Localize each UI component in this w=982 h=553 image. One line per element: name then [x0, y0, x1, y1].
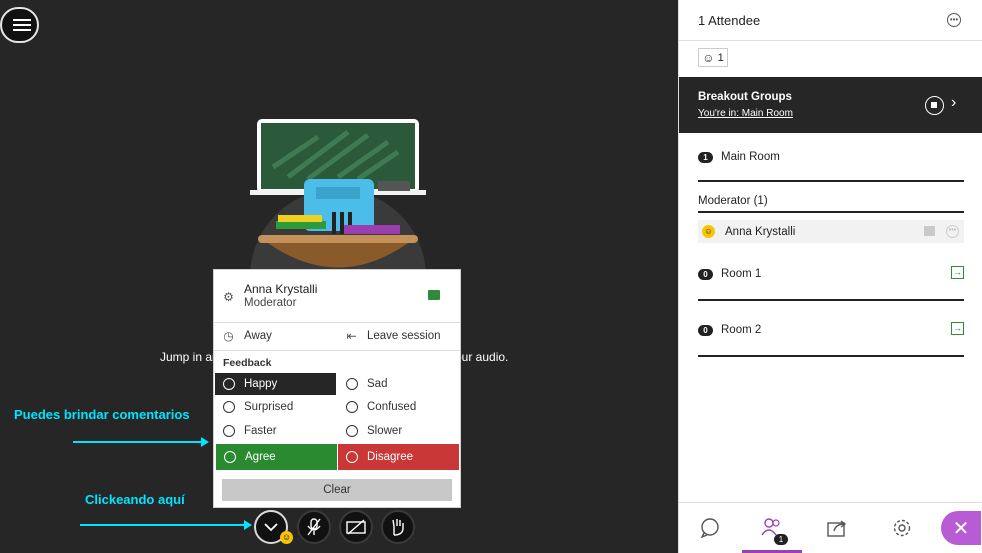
popup-user-name: Anna Krystalli	[244, 282, 318, 296]
tab-share-content[interactable]	[807, 503, 867, 553]
feedback-sad[interactable]: Sad	[338, 373, 459, 395]
room-count-badge: 0	[698, 268, 713, 280]
room-label: Room 2	[721, 324, 762, 336]
feedback-label: Sad	[367, 378, 388, 390]
feedback-label: Surprised	[244, 401, 294, 413]
feedback-label: Slower	[367, 425, 403, 437]
confused-face-icon	[346, 401, 358, 413]
annotation-arrow-2	[80, 520, 252, 530]
surprised-face-icon	[223, 401, 235, 413]
speedometer-slow-icon	[346, 425, 358, 437]
room-label: Room 1	[721, 268, 762, 280]
breakout-title: Breakout Groups	[698, 91, 792, 103]
camera-off-icon	[346, 519, 366, 535]
away-label: Away	[244, 329, 272, 342]
tab-settings[interactable]	[872, 503, 932, 553]
feedback-label: Disagree	[367, 451, 414, 463]
sad-face-icon	[346, 378, 358, 390]
panel-title: 1 Attendee	[698, 13, 761, 28]
feedback-disagree[interactable]: Disagree	[338, 444, 459, 470]
annotation-click-hint: Clickeando aquí	[85, 492, 185, 507]
classroom-illustration	[250, 119, 426, 272]
feedback-label: Confused	[367, 401, 417, 413]
feedback-happy[interactable]: Happy	[215, 373, 336, 395]
leave-session-option[interactable]: ⇤ Leave session	[345, 328, 441, 343]
attendee-row[interactable]: ☺ Anna Krystalli •••	[698, 220, 964, 243]
stage-message-right: our audio.	[455, 350, 509, 364]
stage-message-left: Jump in ar	[160, 350, 217, 364]
popup-user-role: Moderator	[244, 297, 297, 309]
feedback-label: Agree	[245, 451, 276, 463]
status-count: 1	[717, 51, 724, 64]
feedback-slower[interactable]: Slower	[338, 420, 459, 442]
grid-icon	[924, 226, 935, 236]
leave-label: Leave session	[367, 329, 441, 342]
feedback-confused[interactable]: Confused	[338, 396, 459, 418]
annotation-arrow-1	[73, 437, 209, 447]
close-panel-button[interactable]: ✕	[941, 511, 981, 545]
session-menu-button[interactable]	[0, 7, 39, 43]
chevron-down-icon	[264, 523, 278, 532]
raise-hand-icon	[392, 519, 404, 536]
tab-chat[interactable]	[680, 503, 740, 553]
annotation-feedback-hint: Puedes brindar comentarios	[14, 407, 190, 422]
feedback-label: Faster	[244, 425, 277, 437]
current-room-link[interactable]: You're in: Main Room	[698, 108, 793, 119]
clear-status-button[interactable]: Clear	[222, 479, 452, 501]
feedback-label: Happy	[244, 378, 278, 390]
status-filter-chip[interactable]: ☺ 1	[698, 48, 728, 67]
microphone-off-icon	[307, 518, 321, 536]
status-menu-popup: ⚙ Anna Krystalli Moderator ◷ Away ⇤ Leav…	[213, 269, 461, 508]
smiley-status-icon: ☺	[280, 531, 293, 544]
attendee-name: Anna Krystalli	[725, 225, 796, 238]
tab-attendees[interactable]: 1	[742, 503, 802, 553]
room-label: Main Room	[721, 151, 780, 163]
smiley-status-icon: ☺	[702, 225, 715, 238]
share-content-icon	[827, 520, 847, 537]
feedback-surprised[interactable]: Surprised	[215, 396, 336, 418]
chat-bubble-icon	[700, 518, 719, 538]
speedometer-fast-icon	[223, 425, 235, 437]
room-divider	[698, 355, 964, 357]
smiley-icon: ☺	[702, 50, 715, 65]
moderator-divider	[698, 211, 964, 213]
room-divider	[698, 299, 964, 301]
camera-button[interactable]	[339, 510, 373, 544]
attendees-count-badge: 1	[774, 534, 788, 545]
room-count-badge: 0	[698, 324, 713, 336]
leave-icon: ⇤	[346, 328, 357, 343]
grid-view-icon	[428, 290, 440, 300]
panel-divider	[679, 40, 982, 41]
moderator-heading: Moderator (1)	[698, 195, 768, 207]
attendees-panel: 1 Attendee ••• ☺ 1 Breakout Groups You'r…	[678, 0, 982, 553]
away-option[interactable]: ◷ Away	[222, 328, 272, 343]
join-room-icon[interactable]: →	[951, 322, 964, 335]
clock-icon: ◷	[223, 328, 234, 343]
room-2[interactable]: 0 Room 2 →	[698, 322, 964, 336]
disagree-badge-icon	[346, 451, 358, 463]
chevron-right-icon[interactable]: ›	[951, 94, 956, 112]
room-main[interactable]: 1 Main Room	[698, 151, 964, 163]
raise-hand-button[interactable]	[381, 510, 415, 544]
popup-divider	[214, 322, 460, 323]
feedback-faster[interactable]: Faster	[215, 420, 336, 442]
gear-icon	[893, 519, 911, 537]
room-1[interactable]: 0 Room 1 →	[698, 266, 964, 280]
microphone-button[interactable]	[297, 510, 331, 544]
settings-gear-icon[interactable]: ⚙	[222, 290, 235, 304]
feedback-heading: Feedback	[223, 357, 272, 369]
more-options-icon[interactable]: •••	[947, 13, 961, 27]
breakout-groups-bar[interactable]: Breakout Groups You're in: Main Room ›	[679, 77, 982, 133]
close-icon: ✕	[952, 517, 970, 540]
happy-face-icon	[223, 378, 235, 390]
room-divider	[698, 180, 964, 182]
panel-tabs: 1 ✕	[679, 502, 982, 553]
room-count-badge: 1	[698, 151, 713, 163]
stop-breakout-icon[interactable]	[925, 96, 944, 115]
agree-badge-icon	[224, 451, 236, 463]
attendee-more-icon[interactable]: •••	[946, 225, 959, 238]
join-room-icon[interactable]: →	[951, 266, 964, 279]
popup-divider	[214, 350, 460, 351]
feedback-agree[interactable]: Agree	[216, 444, 337, 470]
